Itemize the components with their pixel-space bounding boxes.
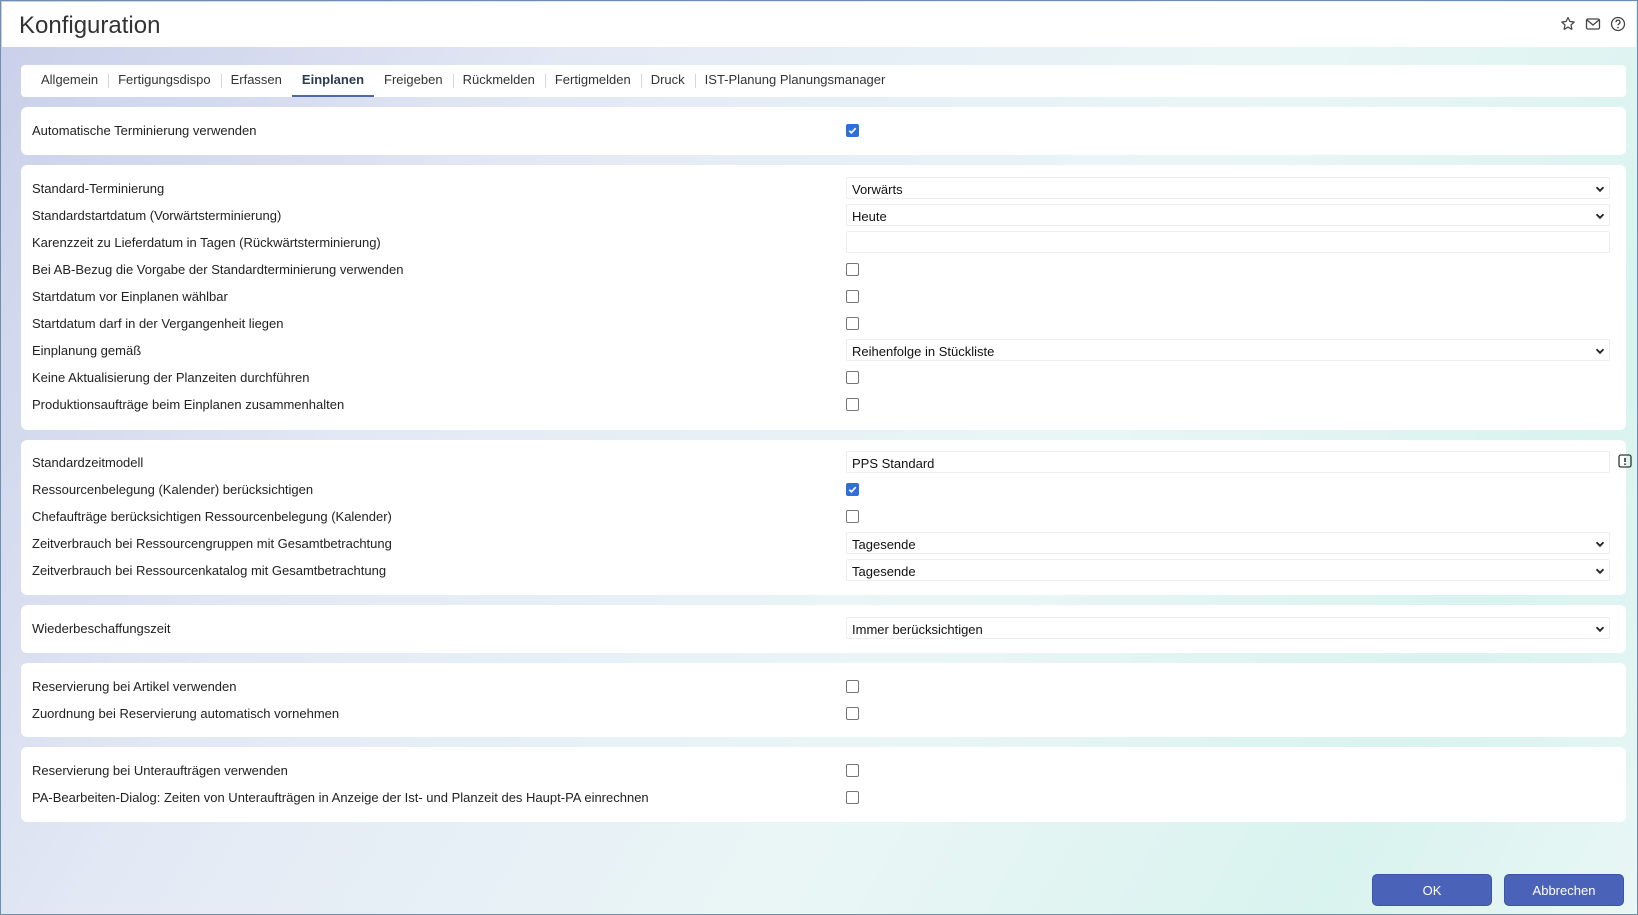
cancel-button[interactable]: Abbrechen <box>1504 874 1624 906</box>
tab-erfassen[interactable]: Erfassen <box>220 65 292 97</box>
panel-reservierung-artikel: Reservierung bei Artikel verwenden Zuord… <box>21 663 1626 737</box>
ab-bezug-checkbox[interactable] <box>846 263 859 276</box>
keine-aktualisierung-label: Keine Aktualisierung der Planzeiten durc… <box>32 370 310 385</box>
tab-freigeben[interactable]: Freigeben <box>374 65 453 97</box>
row-auto-terminierung: Automatische Terminierung verwenden <box>21 117 1626 144</box>
row-karenzzeit: Karenzzeit zu Lieferdatum in Tagen (Rück… <box>21 229 1626 256</box>
zeitverbrauch-gruppen-label: Zeitverbrauch bei Ressourcengruppen mit … <box>32 536 392 551</box>
standard-terminierung-value: Vorwärts <box>852 182 903 197</box>
title-bar: Konfiguration <box>2 2 1636 47</box>
chevron-down-icon <box>1594 210 1606 222</box>
chevron-down-icon <box>1594 623 1606 635</box>
pa-bearbeiten-checkbox[interactable] <box>846 791 859 804</box>
ok-button[interactable]: OK <box>1372 874 1492 906</box>
auto-terminierung-checkbox[interactable] <box>846 124 859 137</box>
wiederbeschaffungszeit-select[interactable]: Immer berücksichtigen <box>846 617 1610 639</box>
row-zusammenhalten: Produktionsaufträge beim Einplanen zusam… <box>21 391 1626 418</box>
window-title: Konfiguration <box>19 12 161 39</box>
panel-terminierung: Standard-Terminierung Vorwärts Standards… <box>21 165 1626 430</box>
chefauftraege-checkbox[interactable] <box>846 510 859 523</box>
row-ressourcenbelegung: Ressourcenbelegung (Kalender) berücksich… <box>21 476 1626 503</box>
keine-aktualisierung-checkbox[interactable] <box>846 371 859 384</box>
zeitverbrauch-katalog-label: Zeitverbrauch bei Ressourcenkatalog mit … <box>32 563 387 578</box>
zusammenhalten-label: Produktionsaufträge beim Einplanen zusam… <box>32 397 345 412</box>
zeitverbrauch-katalog-select[interactable]: Tagesende <box>846 559 1610 581</box>
config-window: Konfiguration Allgemein Fertigungsdispo … <box>0 0 1638 915</box>
zusammenhalten-checkbox[interactable] <box>846 398 859 411</box>
karenzzeit-label: Karenzzeit zu Lieferdatum in Tagen (Rück… <box>32 235 381 250</box>
tab-fertigmelden[interactable]: Fertigmelden <box>544 65 641 97</box>
help-icon[interactable] <box>1610 16 1626 32</box>
pa-bearbeiten-label: PA-Bearbeiten-Dialog: Zeiten von Unterau… <box>32 790 649 805</box>
startdatum-vergangenheit-label: Startdatum darf in der Vergangenheit lie… <box>32 316 284 331</box>
reservierung-unterauftraege-checkbox[interactable] <box>846 764 859 777</box>
row-keine-aktualisierung: Keine Aktualisierung der Planzeiten durc… <box>21 364 1626 391</box>
chevron-down-icon <box>1594 565 1606 577</box>
row-pa-bearbeiten: PA-Bearbeiten-Dialog: Zeiten von Unterau… <box>21 784 1626 811</box>
auto-terminierung-label: Automatische Terminierung verwenden <box>32 123 257 138</box>
tab-bar: Allgemein Fertigungsdispo Erfassen Einpl… <box>21 65 1626 97</box>
chevron-down-icon <box>1594 183 1606 195</box>
chevron-down-icon <box>1594 538 1606 550</box>
tab-ist-planung[interactable]: IST-Planung Planungsmanager <box>694 65 896 97</box>
wiederbeschaffungszeit-label: Wiederbeschaffungszeit <box>32 621 171 636</box>
startdatum-waehlbar-label: Startdatum vor Einplanen wählbar <box>32 289 228 304</box>
tab-allgemein[interactable]: Allgemein <box>31 65 108 97</box>
row-zuordnung-automatisch: Zuordnung bei Reservierung automatisch v… <box>21 700 1626 727</box>
row-ab-bezug: Bei AB-Bezug die Vorgabe der Standardter… <box>21 256 1626 283</box>
panel-zeitmodell: Standardzeitmodell PPS Standard Ressourc… <box>21 440 1632 595</box>
tab-einplanen[interactable]: Einplanen <box>291 65 375 97</box>
zuordnung-automatisch-label: Zuordnung bei Reservierung automatisch v… <box>32 706 340 721</box>
row-zeitverbrauch-katalog: Zeitverbrauch bei Ressourcenkatalog mit … <box>21 557 1626 584</box>
startdatum-vergangenheit-checkbox[interactable] <box>846 317 859 330</box>
panel-auto-terminierung: Automatische Terminierung verwenden <box>21 107 1626 155</box>
chevron-down-icon <box>1594 345 1606 357</box>
zeitverbrauch-katalog-value: Tagesende <box>852 564 916 579</box>
panel-unterauftraege: Reservierung bei Unteraufträgen verwende… <box>21 747 1626 822</box>
ressourcenbelegung-label: Ressourcenbelegung (Kalender) berücksich… <box>32 482 314 497</box>
standardzeitmodell-value: PPS Standard <box>852 456 935 471</box>
tab-druck[interactable]: Druck <box>640 65 695 97</box>
row-standardstartdatum: Standardstartdatum (Vorwärtsterminierung… <box>21 202 1626 229</box>
lookup-icon[interactable] <box>1617 453 1633 469</box>
einplanung-gemaess-label: Einplanung gemäß <box>32 343 142 358</box>
reservierung-artikel-checkbox[interactable] <box>846 680 859 693</box>
row-standardzeitmodell: Standardzeitmodell PPS Standard <box>21 449 1632 476</box>
zuordnung-automatisch-checkbox[interactable] <box>846 707 859 720</box>
einplanung-gemaess-select[interactable]: Reihenfolge in Stückliste <box>846 339 1610 361</box>
standardzeitmodell-label: Standardzeitmodell <box>32 455 144 470</box>
star-icon[interactable] <box>1560 16 1576 32</box>
wiederbeschaffungszeit-value: Immer berücksichtigen <box>852 622 983 637</box>
standardstartdatum-select[interactable]: Heute <box>846 204 1610 226</box>
einplanung-gemaess-value: Reihenfolge in Stückliste <box>852 344 995 359</box>
row-reservierung-unterauftraege: Reservierung bei Unteraufträgen verwende… <box>21 757 1626 784</box>
standardzeitmodell-input[interactable]: PPS Standard <box>846 451 1610 473</box>
ressourcenbelegung-checkbox[interactable] <box>846 483 859 496</box>
panel-wiederbeschaffung: Wiederbeschaffungszeit Immer berücksicht… <box>21 605 1626 653</box>
mail-icon[interactable] <box>1585 16 1601 32</box>
startdatum-waehlbar-checkbox[interactable] <box>846 290 859 303</box>
reservierung-unterauftraege-label: Reservierung bei Unteraufträgen verwende… <box>32 763 288 778</box>
zeitverbrauch-gruppen-value: Tagesende <box>852 537 916 552</box>
row-startdatum-waehlbar: Startdatum vor Einplanen wählbar <box>21 283 1626 310</box>
standardstartdatum-label: Standardstartdatum (Vorwärtsterminierung… <box>32 208 282 223</box>
standard-terminierung-label: Standard-Terminierung <box>32 181 165 196</box>
standard-terminierung-select[interactable]: Vorwärts <box>846 177 1610 199</box>
row-einplanung-gemaess: Einplanung gemäß Reihenfolge in Stücklis… <box>21 337 1626 364</box>
title-icons <box>1560 16 1626 32</box>
tab-rueckmelden[interactable]: Rückmelden <box>452 65 545 97</box>
row-chefauftraege: Chefaufträge berücksichtigen Ressourcenb… <box>21 503 1626 530</box>
zeitverbrauch-gruppen-select[interactable]: Tagesende <box>846 532 1610 554</box>
row-startdatum-vergangenheit: Startdatum darf in der Vergangenheit lie… <box>21 310 1626 337</box>
row-standard-terminierung: Standard-Terminierung Vorwärts <box>21 175 1626 202</box>
row-zeitverbrauch-gruppen: Zeitverbrauch bei Ressourcengruppen mit … <box>21 530 1626 557</box>
ab-bezug-label: Bei AB-Bezug die Vorgabe der Standardter… <box>32 262 404 277</box>
chefauftraege-label: Chefaufträge berücksichtigen Ressourcenb… <box>32 509 392 524</box>
reservierung-artikel-label: Reservierung bei Artikel verwenden <box>32 679 237 694</box>
row-reservierung-artikel: Reservierung bei Artikel verwenden <box>21 673 1626 700</box>
karenzzeit-input[interactable] <box>846 231 1610 253</box>
standardstartdatum-value: Heute <box>852 209 887 224</box>
row-wiederbeschaffungszeit: Wiederbeschaffungszeit Immer berücksicht… <box>21 615 1626 642</box>
tab-fertigungsdispo[interactable]: Fertigungsdispo <box>108 65 221 97</box>
